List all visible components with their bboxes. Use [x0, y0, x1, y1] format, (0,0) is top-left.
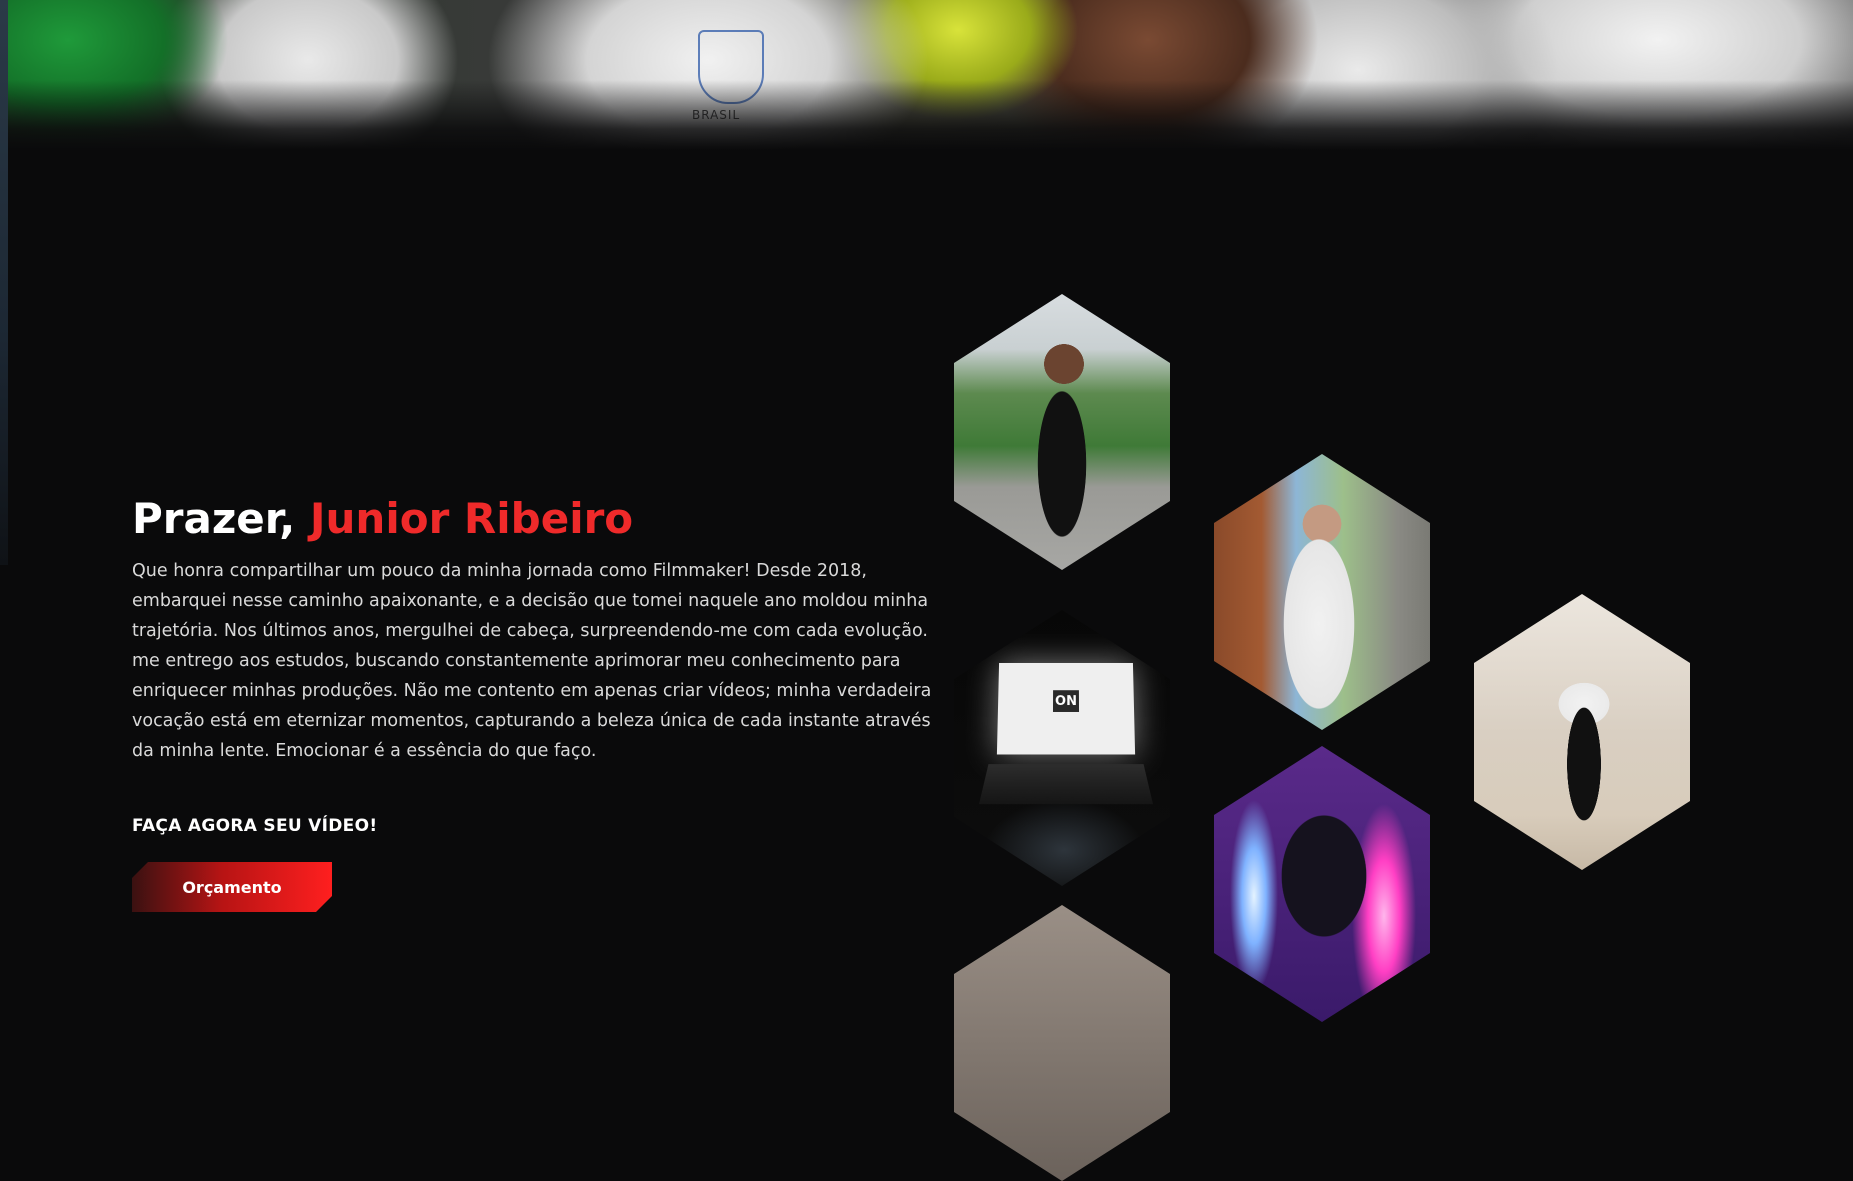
gallery-photo-neon-lights — [1214, 746, 1430, 1022]
hero-banner-photo: BRASIL — [8, 0, 1853, 150]
about-section: Prazer, Junior Ribeiro Que honra compart… — [132, 492, 932, 766]
hero-emblem-text: BRASIL — [692, 108, 741, 122]
gallery-photo-laptop: ON — [954, 610, 1170, 886]
about-description: Que honra compartilhar um pouco da minha… — [132, 561, 932, 761]
title-name: Junior Ribeiro — [309, 494, 634, 543]
gallery-photo-white-shirt-street — [1214, 454, 1430, 730]
gallery-photo-partial — [954, 905, 1170, 1181]
laptop-screen: ON — [996, 662, 1136, 755]
cta-label: FAÇA AGORA SEU VÍDEO! — [132, 816, 378, 836]
gallery-photo-mirror-selfie — [1474, 594, 1690, 870]
about-title: Prazer, Junior Ribeiro — [132, 492, 932, 546]
left-edge-strip — [0, 0, 8, 565]
budget-button[interactable]: Orçamento — [132, 862, 332, 912]
title-prefix: Prazer, — [132, 494, 310, 543]
gallery-photo-camera-outdoor — [954, 294, 1170, 570]
shield-emblem-icon — [698, 30, 764, 104]
laptop-logo: ON — [1052, 690, 1080, 712]
laptop-keyboard — [978, 764, 1154, 805]
